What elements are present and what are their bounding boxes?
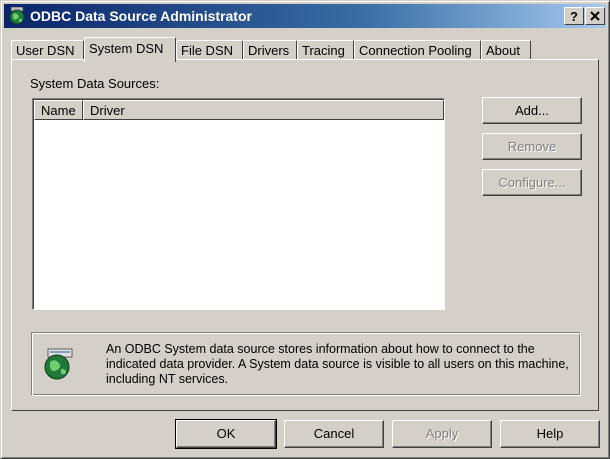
system-dsn-panel: System Data Sources: Name Driver Add... … bbox=[11, 59, 599, 411]
title-bar[interactable]: ODBC Data Source Administrator ? bbox=[4, 4, 606, 28]
tab-file-dsn[interactable]: File DSN bbox=[176, 40, 243, 60]
help-button[interactable]: Help bbox=[500, 420, 600, 448]
help-title-button[interactable]: ? bbox=[564, 7, 584, 25]
system-data-sources-label: System Data Sources: bbox=[30, 76, 160, 91]
close-icon bbox=[590, 11, 600, 21]
tab-drivers[interactable]: Drivers bbox=[243, 40, 297, 60]
odbc-globe-icon bbox=[9, 7, 25, 25]
column-header-name[interactable]: Name bbox=[34, 100, 83, 120]
odbc-data-source-icon bbox=[44, 348, 73, 380]
remove-button[interactable]: Remove bbox=[482, 133, 582, 160]
add-button[interactable]: Add... bbox=[482, 97, 582, 124]
info-description: An ODBC System data source stores inform… bbox=[106, 342, 569, 386]
odbc-admin-window: ODBC Data Source Administrator ? User DS… bbox=[0, 0, 610, 459]
tab-about[interactable]: About bbox=[481, 40, 531, 60]
close-button[interactable] bbox=[585, 7, 605, 25]
list-header: Name Driver bbox=[34, 100, 444, 120]
ok-button[interactable]: OK bbox=[175, 419, 277, 449]
column-header-driver[interactable]: Driver bbox=[83, 100, 444, 120]
configure-button[interactable]: Configure... bbox=[482, 169, 582, 196]
window-title: ODBC Data Source Administrator bbox=[30, 8, 252, 24]
cancel-button[interactable]: Cancel bbox=[284, 420, 384, 448]
data-sources-list[interactable]: Name Driver bbox=[32, 98, 445, 310]
apply-button[interactable]: Apply bbox=[392, 420, 492, 448]
tab-tracing[interactable]: Tracing bbox=[297, 40, 354, 60]
tab-user-dsn[interactable]: User DSN bbox=[11, 40, 84, 60]
info-box: An ODBC System data source stores inform… bbox=[31, 332, 581, 396]
tab-connection-pooling[interactable]: Connection Pooling bbox=[354, 40, 481, 60]
tab-system-dsn[interactable]: System DSN bbox=[84, 37, 176, 62]
